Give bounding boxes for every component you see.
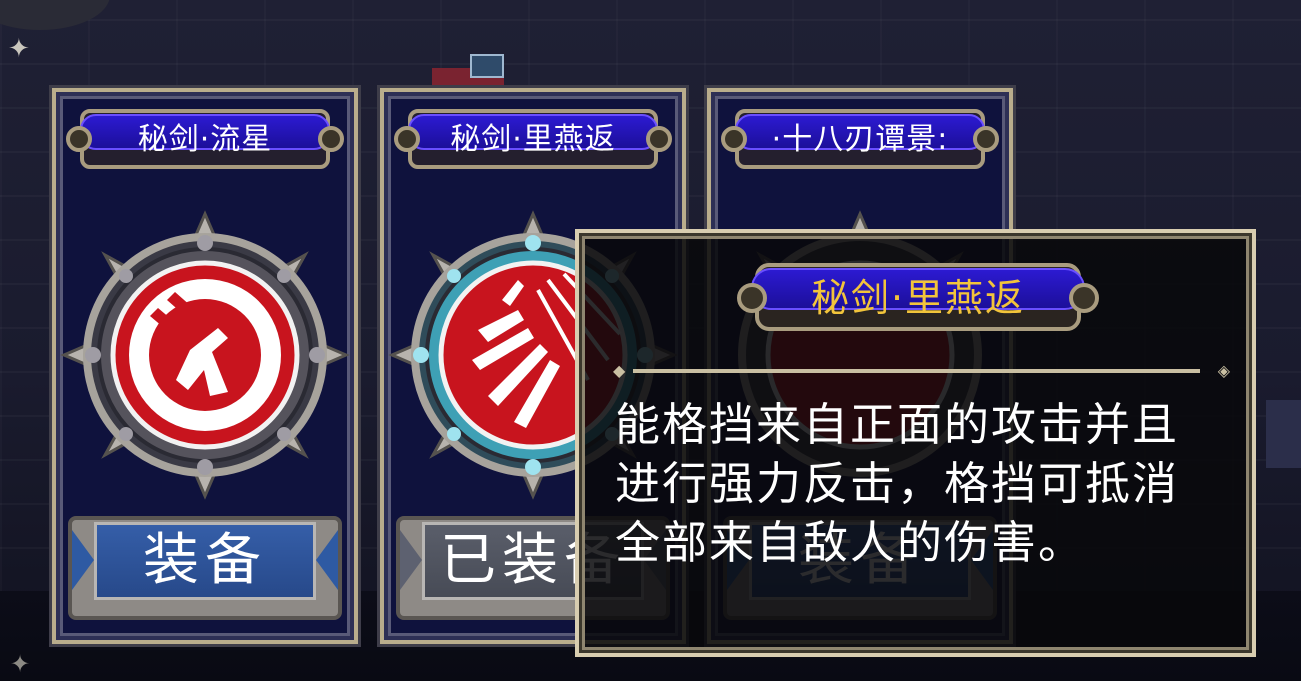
equip-button[interactable]: 装备 <box>68 510 342 620</box>
background-character <box>432 54 504 92</box>
card-title-plate: 秘剑·里燕返 <box>394 104 672 174</box>
card-title-plate: ·十八刃谭景: <box>721 104 999 174</box>
tooltip-title-plate: 秘剑·里燕返 <box>735 257 1101 337</box>
divider-end-icon: ◆ <box>613 361 626 380</box>
card-title: ·十八刃谭景: <box>771 122 949 157</box>
tooltip-title: 秘剑·里燕返 <box>810 276 1026 320</box>
card-title: 秘剑·里燕返 <box>450 122 616 157</box>
card-title: 秘剑·流星 <box>137 122 273 157</box>
tooltip-description: 能格挡来自正面的攻击并且进行强力反击，格挡可抵消全部来自敌人的伤害。 <box>615 398 1180 569</box>
arrow-right-icon <box>316 530 338 590</box>
meteor-emblem-icon <box>60 210 350 500</box>
corner-spike-icon: ✦ <box>8 34 30 64</box>
skill-card-meteor[interactable]: 秘剑·流星 装备 <box>52 88 358 644</box>
equip-button-label: 装备 <box>143 528 267 593</box>
arrow-left-icon <box>400 530 422 590</box>
background-prop <box>1266 400 1301 468</box>
corner-spike-icon: ✦ <box>10 650 31 678</box>
skill-tooltip: 秘剑·里燕返 ◆ ◈ 能格挡来自正面的攻击并且进行强力反击，格挡可抵消全部来自敌… <box>575 229 1256 657</box>
arrow-left-icon <box>72 530 94 590</box>
tooltip-divider: ◆ ◈ <box>613 361 1230 380</box>
card-title-plate: 秘剑·流星 <box>66 104 344 174</box>
divider-end-icon: ◈ <box>1217 361 1230 380</box>
